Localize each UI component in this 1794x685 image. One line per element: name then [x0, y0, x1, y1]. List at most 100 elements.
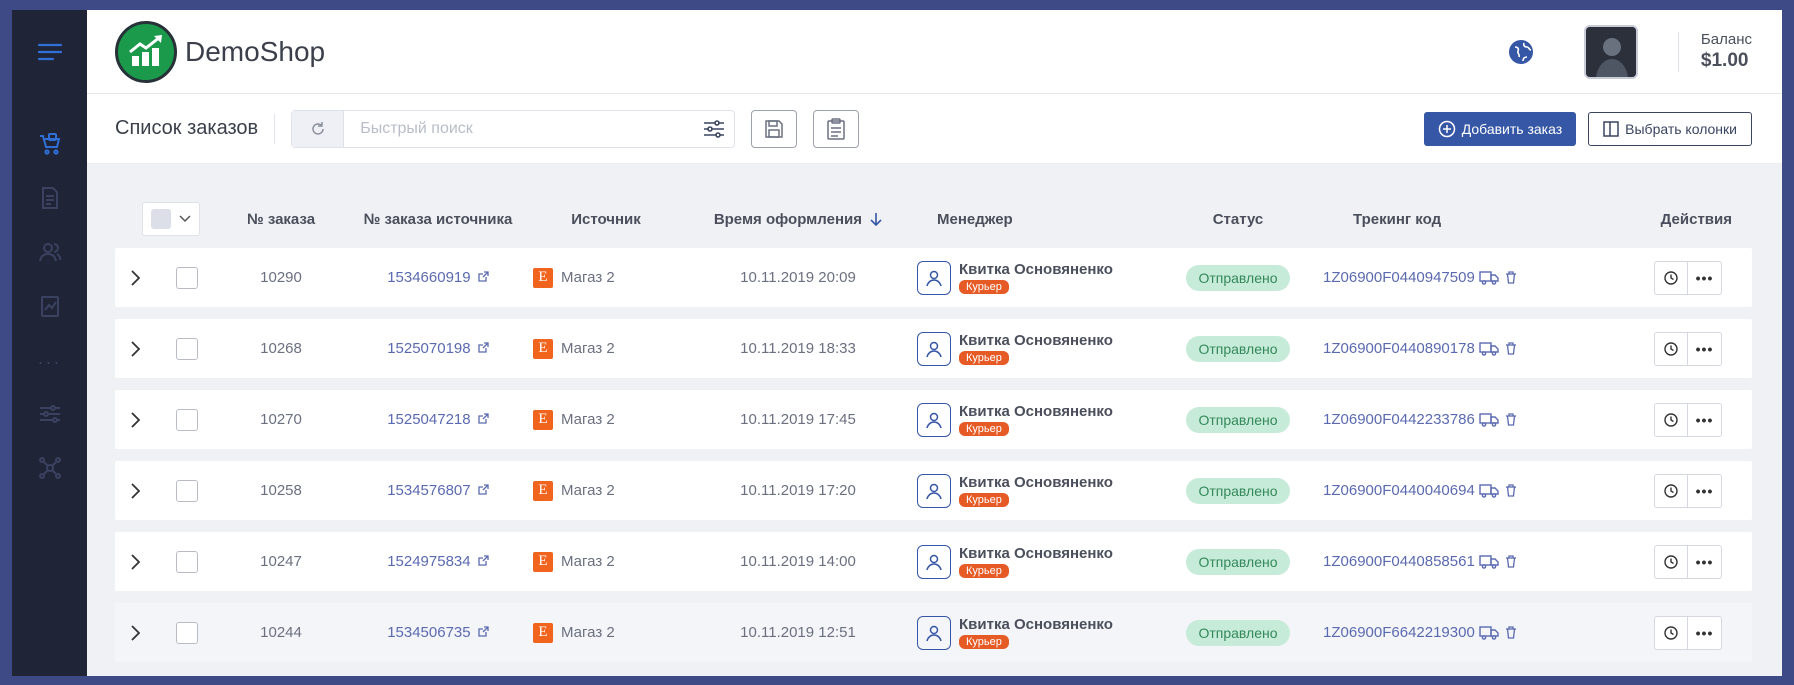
- clipboard-button[interactable]: [813, 109, 860, 148]
- trash-icon[interactable]: [1505, 271, 1517, 284]
- manager-name: Квитка Основяненко: [959, 474, 1113, 491]
- source-order-link[interactable]: 1525070198: [343, 340, 533, 357]
- expand-button[interactable]: [115, 411, 155, 428]
- balance: Баланс $1.00: [1701, 31, 1752, 72]
- expand-button[interactable]: [115, 482, 155, 499]
- expand-button[interactable]: [115, 340, 155, 357]
- truck-icon[interactable]: [1479, 412, 1499, 427]
- source-order-link[interactable]: 1534660919: [343, 269, 533, 286]
- order-number: 10270: [260, 411, 302, 428]
- cart-icon: [39, 133, 60, 155]
- add-order-button[interactable]: Добавить заказ: [1423, 111, 1577, 146]
- etsy-icon: E: [533, 551, 553, 572]
- sidebar-item-reports[interactable]: [30, 286, 70, 326]
- choose-columns-button[interactable]: Выбрать колонки: [1588, 111, 1752, 146]
- user-icon: [917, 473, 951, 508]
- sidebar-item-users[interactable]: [30, 232, 70, 272]
- tracking-link[interactable]: 1Z06900F0442233786: [1323, 411, 1475, 428]
- globe-icon[interactable]: [1508, 39, 1534, 65]
- more-actions-button[interactable]: •••: [1688, 544, 1722, 579]
- page-title: Список заказов: [115, 113, 276, 144]
- order-number: 10247: [260, 553, 302, 570]
- col-source[interactable]: Источник: [533, 211, 679, 228]
- source-order-link[interactable]: 1525047218: [343, 411, 533, 428]
- more-actions-button[interactable]: •••: [1688, 331, 1722, 366]
- sort-desc-icon: [870, 212, 882, 226]
- tracking-link[interactable]: 1Z06900F0440947509: [1323, 269, 1475, 286]
- more-actions-button[interactable]: •••: [1688, 473, 1722, 508]
- status-badge: Отправлено: [1186, 548, 1290, 575]
- truck-icon[interactable]: [1479, 341, 1499, 356]
- history-button[interactable]: [1654, 473, 1688, 508]
- manager: Квитка Основяненко Курьер: [917, 402, 1153, 437]
- logo[interactable]: DemoShop: [115, 20, 325, 83]
- source-order-link[interactable]: 1534576807: [343, 482, 533, 499]
- trash-icon[interactable]: [1505, 342, 1517, 355]
- col-source-order-no[interactable]: № заказа источника: [343, 211, 533, 228]
- status-badge: Отправлено: [1186, 619, 1290, 646]
- expand-button[interactable]: [115, 624, 155, 641]
- tracking-link[interactable]: 1Z06900F0440858561: [1323, 553, 1475, 570]
- truck-icon[interactable]: [1479, 625, 1499, 640]
- history-button[interactable]: [1654, 615, 1688, 650]
- sidebar-item-integrations[interactable]: [30, 448, 70, 488]
- truck-icon[interactable]: [1479, 483, 1499, 498]
- trash-icon[interactable]: [1505, 626, 1517, 639]
- add-order-label: Добавить заказ: [1461, 120, 1563, 137]
- more-actions-button[interactable]: •••: [1688, 402, 1722, 437]
- col-status[interactable]: Статус: [1153, 211, 1323, 228]
- sidebar-item-orders[interactable]: [30, 124, 70, 164]
- more-actions-button[interactable]: •••: [1688, 615, 1722, 650]
- trash-icon[interactable]: [1505, 555, 1517, 568]
- save-button[interactable]: [751, 109, 798, 148]
- history-button[interactable]: [1654, 331, 1688, 366]
- source-name: Магаз 2: [561, 340, 615, 357]
- tracking-link[interactable]: 1Z06900F0440040694: [1323, 482, 1475, 499]
- trash-icon[interactable]: [1505, 484, 1517, 497]
- status-badge: Отправлено: [1186, 335, 1290, 362]
- col-created[interactable]: Время оформления: [679, 211, 917, 228]
- refresh-icon: [311, 121, 324, 135]
- clock-icon: [1664, 625, 1678, 640]
- select-all-dropdown[interactable]: [142, 202, 200, 236]
- col-manager[interactable]: Менеджер: [917, 211, 1153, 228]
- select-all-checkbox[interactable]: [151, 209, 171, 229]
- col-actions: Действия: [1660, 210, 1732, 228]
- filter-button[interactable]: [694, 119, 734, 139]
- more-icon[interactable]: ···: [38, 342, 62, 382]
- tracking-link[interactable]: 1Z06900F0440890178: [1323, 340, 1475, 357]
- truck-icon[interactable]: [1479, 270, 1499, 285]
- table-header: № заказа № заказа источника Источник Вре…: [115, 190, 1752, 248]
- history-button[interactable]: [1654, 402, 1688, 437]
- toolbar: Список заказов Добавить заказ: [87, 94, 1782, 164]
- more-icon: •••: [1695, 340, 1714, 357]
- sidebar-item-settings[interactable]: [30, 394, 70, 434]
- user-avatar[interactable]: [1583, 24, 1638, 79]
- trash-icon[interactable]: [1505, 413, 1517, 426]
- expand-button[interactable]: [115, 269, 155, 286]
- search-input[interactable]: [344, 119, 695, 138]
- expand-button[interactable]: [115, 553, 155, 570]
- sidebar-item-documents[interactable]: [30, 178, 70, 218]
- external-link-icon: [478, 271, 489, 282]
- row-checkbox[interactable]: [176, 550, 198, 573]
- row-checkbox[interactable]: [176, 408, 198, 431]
- col-order-no[interactable]: № заказа: [219, 211, 343, 228]
- row-checkbox[interactable]: [176, 621, 198, 644]
- tracking-link[interactable]: 1Z06900F6642219300: [1323, 624, 1475, 641]
- row-checkbox[interactable]: [176, 479, 198, 502]
- source-order-number: 1525047218: [387, 411, 471, 428]
- refresh-button[interactable]: [292, 110, 345, 147]
- row-checkbox[interactable]: [176, 266, 198, 289]
- table-row: 10290 1534660919 E Магаз 2 10.11.2019 20…: [115, 248, 1752, 307]
- columns-icon: [1603, 120, 1619, 137]
- history-button[interactable]: [1654, 260, 1688, 295]
- truck-icon[interactable]: [1479, 554, 1499, 569]
- menu-icon[interactable]: [30, 32, 70, 72]
- source-order-link[interactable]: 1524975834: [343, 553, 533, 570]
- source-order-link[interactable]: 1534506735: [343, 624, 533, 641]
- history-button[interactable]: [1654, 544, 1688, 579]
- row-checkbox[interactable]: [176, 337, 198, 360]
- more-actions-button[interactable]: •••: [1688, 260, 1722, 295]
- col-tracking[interactable]: Трекинг код: [1323, 211, 1593, 228]
